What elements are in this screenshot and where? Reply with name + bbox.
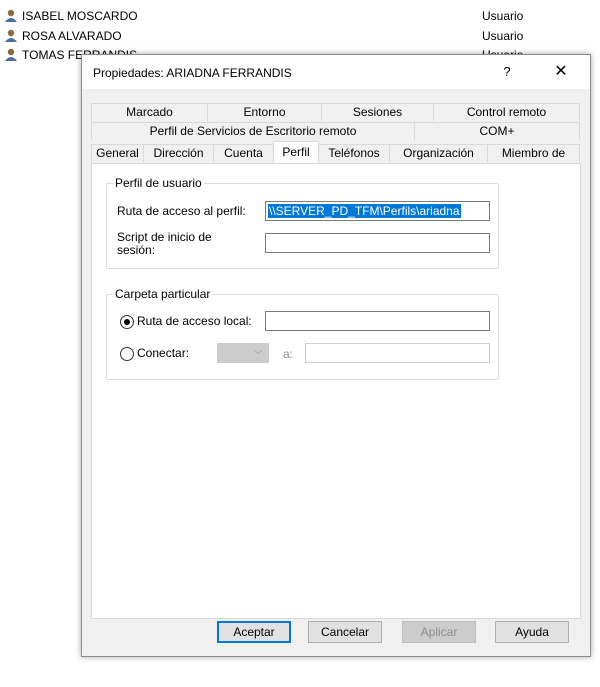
- connect-radio[interactable]: [120, 347, 134, 361]
- tab-perfil-servicios-escritorio-remoto[interactable]: Perfil de Servicios de Escritorio remoto: [91, 122, 415, 140]
- local-path-label: Ruta de acceso local:: [137, 314, 252, 328]
- help-button[interactable]: Ayuda: [495, 621, 569, 643]
- user-icon: [4, 29, 20, 43]
- tab-sesiones[interactable]: Sesiones: [321, 103, 434, 121]
- title-bar[interactable]: Propiedades: ARIADNA FERRANDIS ? ✕: [82, 55, 590, 89]
- tab-miembro-de[interactable]: Miembro de: [487, 144, 580, 162]
- connect-path-input[interactable]: [305, 343, 490, 363]
- drive-letter-dropdown[interactable]: ⌵: [217, 343, 269, 363]
- list-item[interactable]: ROSA ALVARADO Usuario: [4, 28, 564, 45]
- list-item[interactable]: ISABEL MOSCARDO Usuario: [4, 8, 564, 25]
- connect-label: Conectar:: [137, 346, 190, 360]
- ok-button[interactable]: Aceptar: [217, 621, 291, 643]
- user-name: ISABEL MOSCARDO: [22, 9, 138, 23]
- close-icon[interactable]: ✕: [548, 60, 574, 84]
- group-label: Carpeta particular: [113, 287, 213, 301]
- group-label: Perfil de usuario: [113, 176, 204, 190]
- tab-organizacion[interactable]: Organización: [389, 144, 488, 162]
- tab-com[interactable]: COM+: [414, 122, 580, 140]
- tab-cuenta[interactable]: Cuenta: [213, 144, 274, 162]
- tab-perfil[interactable]: Perfil: [273, 141, 319, 163]
- user-type: Usuario: [482, 9, 524, 23]
- chevron-down-icon: ⌵: [254, 346, 262, 357]
- user-type: Usuario: [482, 29, 524, 43]
- tab-entorno[interactable]: Entorno: [207, 103, 322, 121]
- user-icon: [4, 9, 20, 23]
- properties-dialog: Propiedades: ARIADNA FERRANDIS ? ✕ Marca…: [81, 54, 591, 657]
- tab-panel-perfil: Perfil de usuario Ruta de acceso al perf…: [91, 163, 581, 619]
- user-icon: [4, 48, 20, 62]
- user-name: ROSA ALVARADO: [22, 29, 122, 43]
- logon-script-label: Script de inicio de sesión:: [117, 230, 212, 257]
- user-profile-group: Perfil de usuario Ruta de acceso al perf…: [106, 176, 499, 269]
- tab-direccion[interactable]: Dirección: [143, 144, 214, 162]
- logon-script-input[interactable]: [265, 233, 490, 253]
- home-folder-group: Carpeta particular Ruta de acceso local:…: [106, 287, 499, 380]
- tab-control-remoto[interactable]: Control remoto: [433, 103, 580, 121]
- local-path-radio[interactable]: [120, 315, 134, 329]
- tab-marcado[interactable]: Marcado: [91, 103, 208, 121]
- to-label: a:: [283, 347, 294, 361]
- dialog-title: Propiedades: ARIADNA FERRANDIS: [93, 66, 292, 80]
- local-path-input[interactable]: [265, 311, 490, 331]
- tab-general[interactable]: General: [91, 144, 144, 162]
- apply-button[interactable]: Aplicar: [402, 621, 476, 643]
- tab-telefonos[interactable]: Teléfonos: [318, 144, 390, 162]
- profile-path-label: Ruta de acceso al perfil:: [117, 204, 246, 218]
- cancel-button[interactable]: Cancelar: [308, 621, 382, 643]
- help-icon[interactable]: ?: [496, 61, 518, 83]
- profile-path-input[interactable]: \\SERVER_PD_TFM\Perfils\ariadna: [265, 201, 490, 221]
